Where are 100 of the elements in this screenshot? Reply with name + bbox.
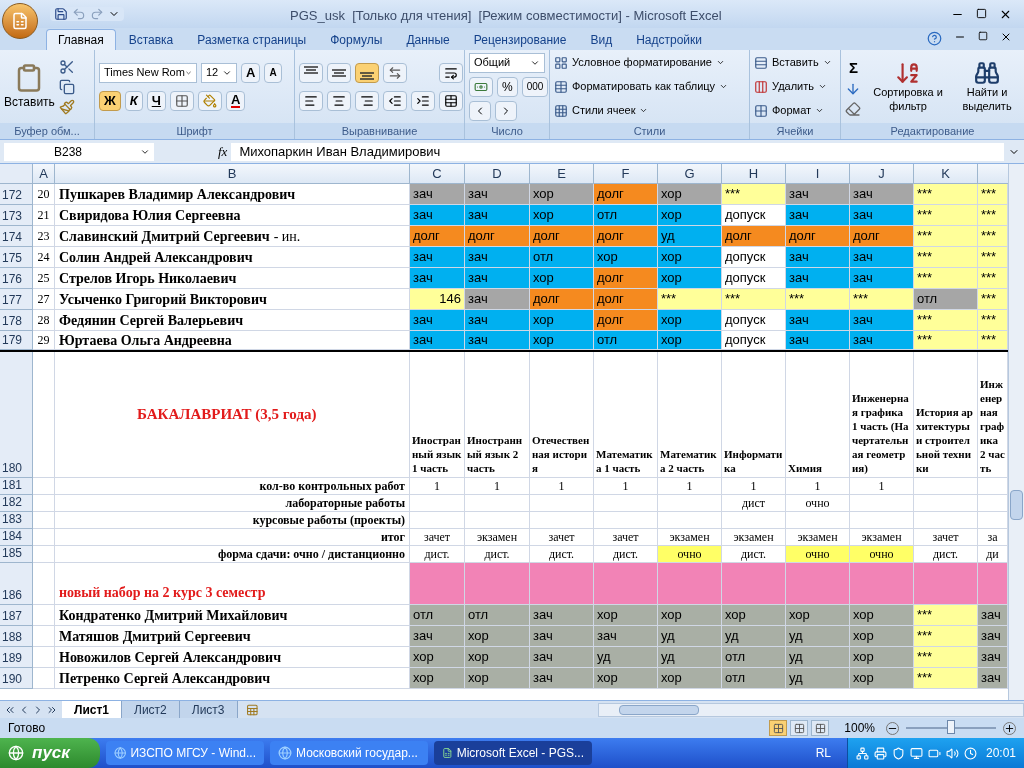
cells-menu-button[interactable]: Формат (754, 100, 832, 121)
styles-menu-button[interactable]: Форматировать как таблицу (554, 76, 729, 97)
decrease-indent-button[interactable] (383, 90, 407, 111)
paste-button[interactable]: Вставить (4, 54, 55, 119)
ribbon-tab[interactable]: Вид (579, 29, 624, 50)
column-header[interactable]: F (594, 164, 658, 184)
column-header[interactable]: H (722, 164, 786, 184)
shrink-font-button[interactable]: A (264, 62, 282, 83)
copy-icon[interactable] (58, 78, 75, 95)
row-header[interactable]: 178 (0, 310, 33, 331)
column-header[interactable]: E (530, 164, 594, 184)
ribbon-tab[interactable]: Разметка страницы (186, 29, 318, 50)
insert-function-button[interactable]: fx (218, 141, 228, 162)
ribbon-tab[interactable]: Данные (395, 29, 461, 50)
vertical-align-button[interactable] (299, 62, 323, 83)
network-icon[interactable] (855, 746, 869, 760)
vertical-scrollbar[interactable] (1008, 164, 1024, 700)
column-header[interactable]: K (914, 164, 978, 184)
column-header[interactable]: J (850, 164, 914, 184)
zoom-slider-thumb[interactable] (947, 720, 955, 734)
row-header[interactable]: 182 (0, 495, 33, 512)
ribbon-tab[interactable]: Главная (46, 29, 116, 50)
italic-button[interactable]: К (124, 90, 143, 111)
row-header[interactable]: 172 (0, 184, 33, 205)
font-field[interactable]: Times New Rom (99, 62, 197, 83)
orientation-button[interactable] (383, 62, 407, 83)
merge-button[interactable] (439, 90, 463, 111)
printer-icon[interactable] (873, 746, 887, 760)
row-header[interactable]: 180 (0, 352, 33, 478)
fill-color-button[interactable] (197, 90, 222, 111)
ribbon-tab[interactable]: Рецензирование (462, 29, 578, 50)
column-header[interactable]: C (410, 164, 465, 184)
row-header[interactable]: 176 (0, 268, 33, 289)
currency-button[interactable] (469, 76, 493, 97)
align-left-button[interactable] (299, 90, 323, 111)
column-header[interactable]: B (55, 164, 410, 184)
row-header[interactable]: 190 (0, 668, 33, 689)
align-center-button[interactable] (327, 90, 351, 111)
paintbrush-icon[interactable] (58, 98, 75, 115)
view-button[interactable] (769, 720, 788, 736)
speaker-icon[interactable] (945, 746, 959, 760)
sheet-tab[interactable]: Лист3 (179, 700, 238, 719)
font-color-button[interactable]: A (225, 90, 246, 111)
bold-button[interactable]: Ж (99, 90, 121, 111)
decimal-button[interactable] (495, 100, 517, 121)
percent-button[interactable]: % (497, 76, 518, 97)
cells-menu-button[interactable]: Удалить (754, 76, 832, 97)
sheet-tab[interactable]: Лист2 (122, 700, 180, 719)
borders-button[interactable] (169, 90, 194, 111)
monitor-icon[interactable] (909, 746, 923, 760)
wrap-text-button[interactable] (439, 62, 463, 83)
row-header[interactable]: 175 (0, 247, 33, 268)
ribbon-tab[interactable]: Формулы (319, 29, 394, 50)
restore-icon[interactable] (978, 31, 988, 41)
name-box[interactable]: B238 (4, 142, 154, 161)
eraser-icon[interactable] (845, 100, 861, 117)
cells-menu-button[interactable]: Вставить (754, 52, 832, 73)
row-header[interactable]: 188 (0, 626, 33, 647)
thousands-button[interactable]: 000 (521, 76, 549, 97)
save-icon[interactable] (54, 7, 68, 21)
ribbon-tab[interactable]: Надстройки (625, 29, 713, 50)
grow-font-button[interactable]: A (241, 62, 261, 83)
ribbon-tab[interactable]: Вставка (117, 29, 185, 50)
horizontal-scrollbar[interactable] (598, 702, 1024, 717)
row-header[interactable]: 181 (0, 478, 33, 495)
align-right-button[interactable] (355, 90, 379, 111)
column-header[interactable]: G (658, 164, 722, 184)
increase-indent-button[interactable] (411, 90, 435, 111)
row-header[interactable]: 177 (0, 289, 33, 310)
number-format-field[interactable]: Общий (469, 52, 545, 73)
maximize-icon[interactable] (976, 7, 987, 19)
row-header[interactable]: 184 (0, 529, 33, 546)
font-size-field[interactable]: 12 (201, 62, 237, 83)
formula-field[interactable]: Михопаркин Иван Владимирович (231, 142, 1004, 161)
view-button[interactable] (790, 720, 809, 736)
taskbar-button[interactable]: ИЗСПО МГСУ - Wind... (106, 741, 264, 765)
clock-icon[interactable] (963, 746, 977, 760)
row-header[interactable]: 187 (0, 605, 33, 626)
row-header[interactable]: 186 (0, 563, 33, 605)
row-header[interactable]: 183 (0, 512, 33, 529)
sort-filter-button[interactable]: Сортировка и фильтр (870, 59, 946, 114)
row-header[interactable]: 179 (0, 331, 33, 350)
column-header[interactable]: D (465, 164, 530, 184)
taskbar-button[interactable]: Microsoft Excel - PGS... (434, 741, 592, 765)
decimal-button[interactable] (469, 100, 491, 121)
column-header[interactable]: I (786, 164, 850, 184)
styles-menu-button[interactable]: Условное форматирование (554, 52, 729, 73)
language-indicator[interactable]: RL (815, 744, 831, 762)
find-select-button[interactable]: Найти и выделить (954, 59, 1020, 114)
row-header[interactable]: 189 (0, 647, 33, 668)
scissors-icon[interactable] (58, 58, 75, 75)
shield-icon[interactable] (891, 746, 905, 760)
sheet-tab[interactable]: Лист1 (62, 700, 123, 719)
styles-menu-button[interactable]: Стили ячеек (554, 100, 729, 121)
underline-button[interactable]: Ч (146, 90, 166, 111)
autosum-button[interactable]: Σ (845, 56, 862, 77)
row-header[interactable]: 173 (0, 205, 33, 226)
close-icon[interactable] (1000, 31, 1012, 43)
new-sheet-icon[interactable] (245, 702, 259, 717)
view-button[interactable] (811, 720, 830, 736)
